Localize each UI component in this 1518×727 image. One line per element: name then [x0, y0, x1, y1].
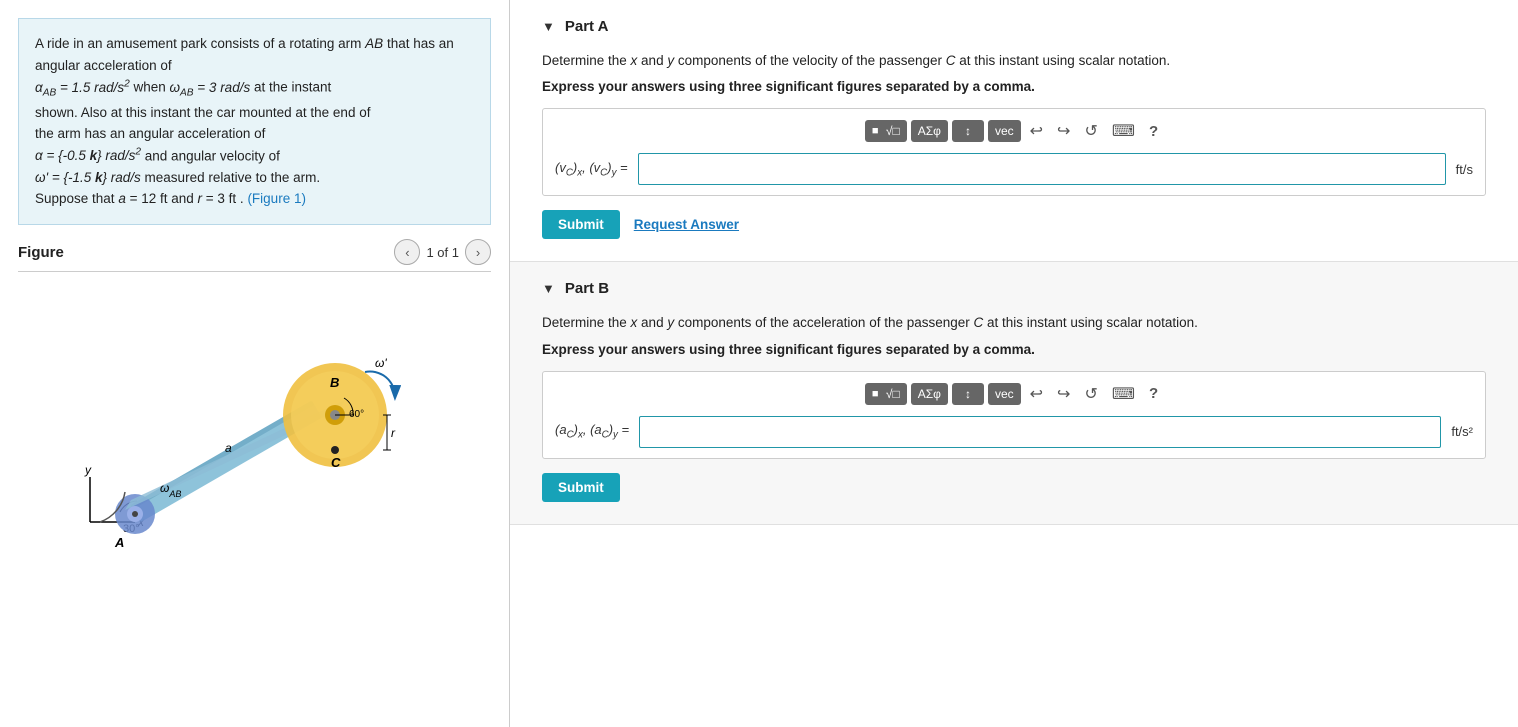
undo-button-b[interactable]: ↩ [1025, 382, 1048, 406]
svg-text:r: r [391, 426, 396, 440]
part-a-toolbar: ■ √□ ΑΣφ ↕ vec ↩ ↪ ↺ ⌨ ? [555, 119, 1473, 143]
alpha-val: α = {-0.5 k} rad/s2 [35, 148, 141, 163]
figure-link[interactable]: (Figure 1) [247, 191, 306, 206]
greek-button-a[interactable]: ΑΣφ [911, 120, 948, 142]
part-a-answer-box: ■ √□ ΑΣφ ↕ vec ↩ ↪ ↺ ⌨ ? (vC)x, (vC)y = … [542, 108, 1486, 196]
svg-text:y: y [84, 463, 92, 477]
svg-text:a: a [225, 441, 232, 455]
undo-button-a[interactable]: ↩ [1025, 119, 1048, 143]
part-b-header[interactable]: ▼ Part B [542, 280, 1486, 297]
arrows-button-b[interactable]: ↕ [952, 383, 984, 405]
vec-button-a[interactable]: vec [988, 120, 1021, 142]
redo-button-a[interactable]: ↪ [1052, 119, 1075, 143]
keyboard-button-a[interactable]: ⌨ [1107, 119, 1140, 143]
part-a-unit: ft/s [1456, 162, 1473, 177]
figure-area: x y 30° A ωAB [0, 272, 509, 727]
part-b-instruction: Express your answers using three signifi… [542, 342, 1486, 357]
greek-button-b[interactable]: ΑΣφ [911, 383, 948, 405]
part-a-submit-button[interactable]: Submit [542, 210, 620, 239]
figure-label: Figure [18, 244, 64, 261]
part-a-header[interactable]: ▼ Part A [542, 18, 1486, 35]
omega-ab: ωAB = 3 rad/s [170, 80, 251, 95]
part-b-input[interactable] [639, 416, 1441, 448]
alpha-ab: αAB = 1.5 rad/s2 [35, 80, 130, 95]
part-a-request-button[interactable]: Request Answer [634, 217, 739, 232]
reset-button-a[interactable]: ↺ [1079, 119, 1102, 143]
svg-text:A: A [114, 535, 124, 550]
part-b-actions: Submit [542, 473, 1486, 502]
sqrt-button-b[interactable]: ■ √□ [865, 383, 907, 405]
figure-count: 1 of 1 [426, 245, 459, 260]
part-a-instruction: Express your answers using three signifi… [542, 79, 1486, 94]
part-b-submit-button[interactable]: Submit [542, 473, 620, 502]
part-a-input[interactable] [638, 153, 1446, 185]
part-b-answer-box: ■ √□ ΑΣφ ↕ vec ↩ ↪ ↺ ⌨ ? (aC)x, (aC)y = … [542, 371, 1486, 459]
diagram-svg: x y 30° A ωAB [35, 282, 475, 582]
problem-text: A ride in an amusement park consists of … [18, 18, 491, 225]
part-b-section: ▼ Part B Determine the x and y component… [510, 262, 1518, 524]
svg-text:ω': ω' [375, 356, 387, 370]
reset-button-b[interactable]: ↺ [1079, 382, 1102, 406]
left-panel: A ride in an amusement park consists of … [0, 0, 510, 727]
part-a-actions: Submit Request Answer [542, 210, 1486, 239]
part-b-description: Determine the x and y components of the … [542, 313, 1486, 333]
svg-text:B: B [330, 375, 339, 390]
redo-button-b[interactable]: ↪ [1052, 382, 1075, 406]
arm-label: AB [365, 36, 383, 51]
part-b-unit: ft/s² [1451, 424, 1473, 439]
next-figure-button[interactable]: › [465, 239, 491, 265]
figure-nav: ‹ 1 of 1 › [394, 239, 491, 265]
omega-val: ω' = {-1.5 k} rad/s [35, 170, 141, 185]
part-b-title: Part B [565, 280, 609, 297]
part-b-input-label: (aC)x, (aC)y = [555, 422, 629, 441]
part-b-input-row: (aC)x, (aC)y = ft/s² [555, 416, 1473, 448]
prev-figure-button[interactable]: ‹ [394, 239, 420, 265]
part-a-input-label: (vC)x, (vC)y = [555, 160, 628, 179]
sqrt-button-a[interactable]: ■ √□ [865, 120, 907, 142]
figure-header: Figure ‹ 1 of 1 › [0, 225, 509, 271]
help-button-a[interactable]: ? [1144, 121, 1163, 142]
part-a-input-row: (vC)x, (vC)y = ft/s [555, 153, 1473, 185]
part-b-toolbar: ■ √□ ΑΣφ ↕ vec ↩ ↪ ↺ ⌨ ? [555, 382, 1473, 406]
keyboard-button-b[interactable]: ⌨ [1107, 382, 1140, 406]
right-panel: ▼ Part A Determine the x and y component… [510, 0, 1518, 727]
part-a-description: Determine the x and y components of the … [542, 51, 1486, 71]
svg-text:C: C [331, 455, 341, 470]
help-button-b[interactable]: ? [1144, 383, 1163, 404]
part-a-title: Part A [565, 18, 609, 35]
vec-button-b[interactable]: vec [988, 383, 1021, 405]
part-a-section: ▼ Part A Determine the x and y component… [510, 0, 1518, 262]
part-a-collapse-icon: ▼ [542, 19, 555, 34]
part-b-collapse-icon: ▼ [542, 281, 555, 296]
svg-text:60°: 60° [349, 409, 364, 420]
arrows-button-a[interactable]: ↕ [952, 120, 984, 142]
